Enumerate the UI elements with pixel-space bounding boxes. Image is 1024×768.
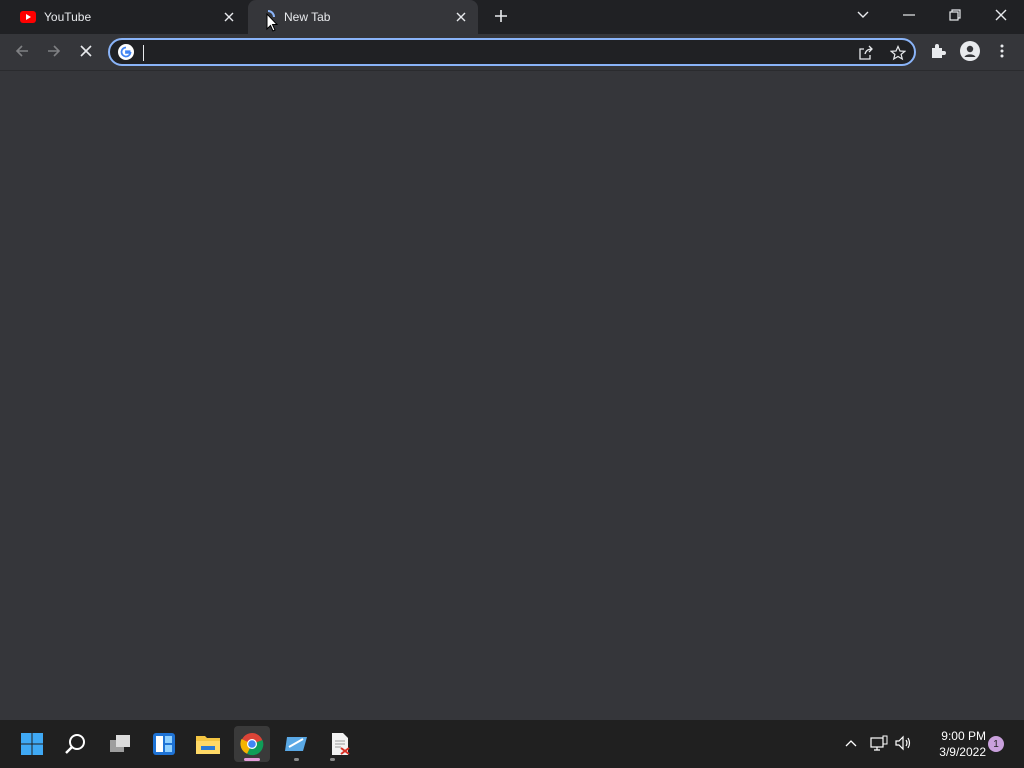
running-app-indicator	[330, 758, 335, 761]
running-app-indicator	[294, 758, 299, 761]
bookmark-star-icon[interactable]	[888, 43, 908, 63]
active-app-indicator	[244, 758, 260, 761]
network-icon[interactable]	[868, 732, 890, 754]
file-explorer-icon[interactable]	[190, 726, 226, 762]
close-tab-button[interactable]	[452, 8, 470, 26]
close-window-button[interactable]	[978, 0, 1024, 30]
forward-button[interactable]	[40, 37, 68, 65]
tab-title: New Tab	[284, 10, 331, 24]
address-bar[interactable]	[108, 38, 916, 66]
widgets-icon[interactable]	[146, 726, 182, 762]
stop-loading-button[interactable]	[72, 37, 100, 65]
task-view-icon[interactable]	[102, 726, 138, 762]
chrome-taskbar-icon[interactable]	[234, 726, 270, 762]
tab-youtube[interactable]: YouTube	[8, 0, 246, 34]
start-windows-icon[interactable]	[14, 726, 50, 762]
menu-kebab-icon[interactable]	[988, 37, 1016, 65]
text-caret	[143, 45, 144, 61]
clock-date: 3/9/2022	[939, 745, 986, 759]
restore-button[interactable]	[932, 0, 978, 30]
address-input[interactable]	[142, 42, 846, 64]
taskbar: 9:00 PM 3/9/2022 1	[0, 720, 1024, 768]
new-tab-button[interactable]	[490, 5, 512, 27]
profile-avatar-icon[interactable]	[956, 37, 984, 65]
document-app-icon[interactable]	[322, 726, 358, 762]
volume-icon[interactable]	[892, 732, 914, 754]
page-content	[0, 71, 1024, 720]
clock-time: 9:00 PM	[941, 729, 986, 743]
share-icon[interactable]	[856, 43, 876, 63]
minimize-button[interactable]	[886, 0, 932, 30]
extensions-icon[interactable]	[924, 37, 952, 65]
notification-badge[interactable]: 1	[988, 736, 1004, 752]
youtube-icon	[20, 9, 36, 25]
system-clock[interactable]: 9:00 PM 3/9/2022	[916, 728, 986, 760]
mouse-cursor-icon	[266, 13, 278, 32]
show-hidden-icons-chevron-up-icon[interactable]	[840, 732, 862, 754]
tab-title: YouTube	[44, 10, 92, 24]
google-icon	[118, 44, 134, 60]
browser-titlebar: YouTube New Tab	[0, 0, 1024, 34]
close-tab-button[interactable]	[220, 8, 238, 26]
tab-search-button[interactable]	[840, 0, 886, 30]
tab-new-tab[interactable]: New Tab	[248, 0, 478, 34]
back-button[interactable]	[8, 37, 36, 65]
browser-toolbar	[0, 34, 1024, 71]
search-icon[interactable]	[58, 726, 94, 762]
pen-app-icon[interactable]	[278, 726, 314, 762]
